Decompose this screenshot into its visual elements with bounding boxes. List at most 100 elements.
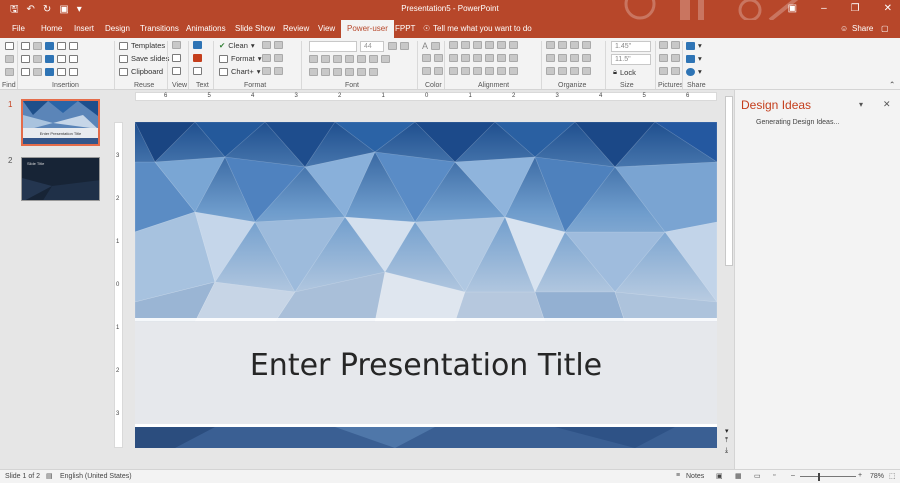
pictures-crop-icon[interactable] bbox=[659, 41, 680, 49]
previous-slide-icon[interactable]: ⤒ bbox=[725, 437, 728, 445]
format-icon bbox=[219, 54, 228, 63]
view-guides-icon[interactable] bbox=[172, 54, 181, 62]
format-painter-icon[interactable] bbox=[262, 41, 283, 49]
view-grid-icon[interactable] bbox=[172, 41, 181, 49]
format-button[interactable]: Format ▾ bbox=[219, 54, 262, 63]
ruler-tick-label: 5 bbox=[642, 93, 646, 99]
spellcheck-icon[interactable]: ▤ bbox=[46, 472, 53, 480]
insert-table-icon[interactable] bbox=[21, 55, 78, 63]
select-icon[interactable] bbox=[5, 68, 14, 76]
zoom-slider[interactable] bbox=[800, 476, 856, 477]
align-row-3[interactable] bbox=[449, 67, 518, 75]
pictures-replace-icon[interactable] bbox=[659, 54, 680, 62]
zoom-slider-thumb[interactable] bbox=[818, 473, 820, 481]
tab-insert[interactable]: Insert bbox=[74, 23, 94, 35]
fit-slide-icon[interactable]: ⬚ bbox=[889, 472, 896, 480]
format-label: Format bbox=[231, 54, 255, 63]
apply-format-icon[interactable] bbox=[262, 67, 283, 75]
tab-review[interactable]: Review bbox=[283, 23, 309, 35]
zoom-out-icon[interactable]: – bbox=[791, 472, 795, 479]
height-field[interactable]: 11.5" bbox=[611, 54, 651, 65]
tab-home[interactable]: Home bbox=[41, 23, 62, 35]
share-send-icon[interactable]: ▾ bbox=[686, 54, 702, 63]
info-icon[interactable]: ▾ bbox=[686, 67, 702, 76]
tab-power-user[interactable]: Power-user bbox=[341, 20, 394, 38]
restore-icon[interactable]: ❐ bbox=[851, 3, 860, 14]
organize-row-3[interactable] bbox=[546, 67, 591, 75]
tab-design[interactable]: Design bbox=[105, 23, 130, 35]
text-tools-icon[interactable] bbox=[193, 67, 202, 75]
close-icon[interactable]: ✕ bbox=[884, 3, 892, 14]
tab-view[interactable]: View bbox=[318, 23, 335, 35]
slide-canvas[interactable]: Enter Presentation Title bbox=[135, 122, 717, 448]
chevron-down-icon: ▾ bbox=[257, 54, 262, 63]
collapse-ribbon-icon[interactable]: ⌃ bbox=[889, 80, 895, 89]
view-layout-icon[interactable] bbox=[172, 67, 181, 75]
ruler-tick-label: 1 bbox=[468, 93, 472, 99]
slide-thumbnail-1[interactable]: Enter Presentation Title bbox=[21, 99, 100, 146]
templates-icon bbox=[119, 41, 128, 50]
align-row-2[interactable] bbox=[449, 54, 518, 62]
share-lock-icon[interactable]: ▾ bbox=[686, 41, 702, 50]
share-button[interactable]: Share bbox=[852, 23, 873, 35]
clean-button[interactable]: ✔ Clean ▾ bbox=[219, 41, 255, 50]
font-color-icon[interactable]: A bbox=[422, 41, 441, 51]
insert-shape-icon[interactable] bbox=[21, 42, 78, 50]
save-slides-button[interactable]: Save slides bbox=[119, 54, 169, 63]
horizontal-ruler: 6 5 4 3 2 1 0 1 2 3 4 5 6 bbox=[135, 92, 717, 101]
scroll-down-icon[interactable]: ▾ bbox=[725, 427, 729, 435]
comments-icon[interactable]: ▢ bbox=[881, 23, 889, 35]
ribbon-display-icon[interactable]: ▣ bbox=[788, 3, 797, 14]
tell-me-search[interactable]: Tell me what you want to do bbox=[433, 23, 532, 35]
find-icon[interactable] bbox=[5, 42, 14, 50]
normal-view-icon[interactable]: ▣ bbox=[716, 472, 723, 480]
pane-close-icon[interactable]: ✕ bbox=[883, 99, 891, 110]
next-slide-icon[interactable]: ⤓ bbox=[725, 447, 728, 455]
organize-row-1[interactable] bbox=[546, 41, 591, 49]
organize-row-2[interactable] bbox=[546, 54, 591, 62]
slide-thumbnail-2[interactable]: Slide Title bbox=[21, 157, 100, 201]
pictures-resize-icon[interactable] bbox=[659, 67, 680, 75]
slide-show-icon[interactable]: ▫ bbox=[773, 472, 775, 479]
design-ideas-pane: Design Ideas ▾ ✕ Generating Design Ideas… bbox=[734, 90, 900, 469]
font-style-icons[interactable] bbox=[309, 68, 378, 76]
clipboard-button[interactable]: Clipboard bbox=[119, 67, 163, 76]
text-eraser-icon[interactable] bbox=[193, 41, 202, 49]
templates-button[interactable]: Templates bbox=[119, 41, 165, 50]
reading-view-icon[interactable]: ▭ bbox=[754, 472, 761, 480]
scrollbar-thumb[interactable] bbox=[725, 96, 733, 266]
tab-animations[interactable]: Animations bbox=[186, 23, 226, 35]
check-icon: ✔ bbox=[219, 41, 226, 50]
tab-file[interactable]: File bbox=[12, 23, 25, 35]
ruler-tick-label: 1 bbox=[116, 239, 120, 245]
width-field[interactable]: 1.45" bbox=[611, 41, 651, 52]
pick-format-icon[interactable] bbox=[262, 54, 283, 62]
tab-transitions[interactable]: Transitions bbox=[140, 23, 179, 35]
slide-title[interactable]: Enter Presentation Title bbox=[135, 348, 717, 383]
language-status[interactable]: English (United States) bbox=[60, 473, 132, 480]
font-size-field[interactable]: 44 bbox=[360, 41, 384, 52]
pane-options-icon[interactable]: ▾ bbox=[859, 100, 863, 109]
align-row-1[interactable] bbox=[449, 41, 518, 49]
paragraph-align-icons[interactable] bbox=[309, 55, 390, 63]
minimize-icon[interactable]: – bbox=[821, 3, 827, 14]
insert-chart-icon[interactable] bbox=[21, 68, 78, 76]
chart-plus-button[interactable]: Chart+ ▾ bbox=[219, 67, 261, 76]
title-bar: 🖫 ↶ ↻ ▣ ▾ Presentation5 - PowerPoint ▣ –… bbox=[0, 0, 900, 20]
slide-sorter-icon[interactable]: ▦ bbox=[735, 472, 742, 480]
zoom-level[interactable]: 78% bbox=[870, 473, 884, 480]
thumb1-caption: Enter Presentation Title bbox=[39, 131, 82, 136]
font-grow-icon[interactable] bbox=[388, 42, 409, 50]
font-name-field[interactable] bbox=[309, 41, 357, 52]
vertical-scrollbar[interactable]: ▾ ⤒ ⤓ bbox=[724, 92, 734, 458]
lock-button[interactable]: 🔒︎ Lock bbox=[613, 67, 636, 77]
notes-button[interactable]: Notes bbox=[686, 473, 704, 480]
tab-slide-show[interactable]: Slide Show bbox=[235, 23, 275, 35]
zoom-in-icon[interactable]: + bbox=[858, 472, 862, 479]
tab-fppt[interactable]: FPPT bbox=[395, 23, 415, 35]
language-flag-icon[interactable] bbox=[193, 54, 202, 62]
replace-icon[interactable] bbox=[5, 55, 14, 63]
line-color-icon[interactable] bbox=[422, 67, 443, 75]
fill-color-icon[interactable] bbox=[422, 54, 443, 62]
share-icon: ☺ bbox=[840, 24, 849, 33]
